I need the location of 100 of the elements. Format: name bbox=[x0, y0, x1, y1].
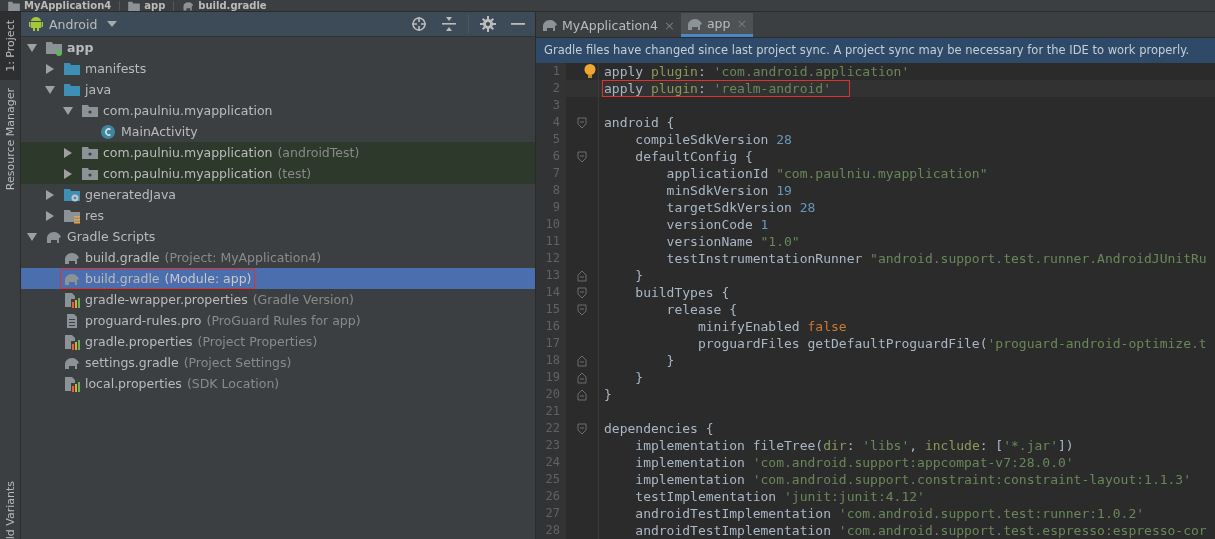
tool-window-tab[interactable]: Resource Manager bbox=[0, 79, 20, 198]
tree-item[interactable]: proguard-rules.pro (ProGuard Rules for app) bbox=[21, 310, 535, 331]
package-folder-icon bbox=[82, 102, 98, 119]
tree-item-note: (SDK Location) bbox=[186, 376, 280, 391]
lightbulb-icon[interactable] bbox=[584, 64, 596, 78]
tree-item-label: local.properties bbox=[85, 376, 182, 391]
code-line: buildTypes { bbox=[634, 285, 731, 300]
tree-item[interactable]: local.properties (SDK Location) bbox=[21, 373, 535, 394]
code-line: minifyEnabled false bbox=[696, 319, 848, 334]
view-dropdown[interactable]: Android bbox=[27, 16, 120, 32]
collapse-arrow-icon[interactable] bbox=[45, 210, 55, 221]
code-line: } bbox=[603, 387, 613, 402]
tool-window-tab[interactable]: 1: Project bbox=[0, 12, 20, 80]
expand-arrow-icon[interactable] bbox=[63, 105, 73, 116]
code-line: targetSdkVersion 28 bbox=[665, 200, 817, 215]
code-line: apply plugin: 'com.android.application' bbox=[603, 64, 911, 79]
module-folder-icon bbox=[46, 39, 62, 56]
code-line: dependencies { bbox=[603, 421, 715, 436]
code-line: proguardFiles getDefaultProguardFile('proguard-android-optimize.t bbox=[696, 336, 1208, 351]
tree-item-label: com.paulniu.myapplication bbox=[103, 166, 273, 181]
editor-tab[interactable]: app × bbox=[680, 13, 754, 37]
tree-item-label: generatedJava bbox=[85, 187, 176, 202]
tree-item[interactable]: gradle-wrapper.properties (Gradle Version) bbox=[21, 289, 535, 310]
code-line: versionCode 1 bbox=[665, 217, 770, 232]
fold-end-icon[interactable] bbox=[577, 371, 587, 384]
class-icon bbox=[100, 123, 116, 140]
breadcrumb-item[interactable]: build.gradle bbox=[198, 0, 267, 11]
fold-icon[interactable] bbox=[577, 286, 587, 299]
tree-item[interactable]: MainActivity bbox=[21, 121, 535, 142]
collapse-arrow-icon[interactable] bbox=[45, 63, 55, 74]
tree-item-label: com.paulniu.myapplication bbox=[103, 103, 273, 118]
tree-item[interactable]: build.gradle (Project: MyApplication4) bbox=[21, 247, 535, 268]
code-line: androidTestImplementation 'com.android.support.test.espresso:espresso-cor bbox=[634, 523, 1208, 538]
fold-icon[interactable] bbox=[577, 150, 587, 163]
collapse-arrow-icon[interactable] bbox=[45, 189, 55, 200]
folder-icon bbox=[64, 81, 80, 98]
properties-file-icon bbox=[64, 375, 80, 392]
tree-item[interactable]: res bbox=[21, 205, 535, 226]
fold-icon[interactable] bbox=[577, 303, 587, 316]
code-line: defaultConfig { bbox=[634, 149, 754, 164]
tree-item-label: settings.gradle bbox=[85, 355, 179, 370]
tree-item[interactable]: com.paulniu.myapplication (test) bbox=[21, 163, 535, 184]
collapse-arrow-icon[interactable] bbox=[63, 168, 73, 179]
tree-item[interactable]: com.paulniu.myapplication bbox=[21, 100, 535, 121]
tree-item-label: proguard-rules.pro bbox=[85, 313, 202, 328]
fold-end-icon[interactable] bbox=[577, 354, 587, 367]
editor-tab[interactable]: MyApplication4 × bbox=[536, 13, 681, 37]
tree-item[interactable]: app bbox=[21, 37, 535, 58]
tree-item[interactable]: build.gradle (Module: app) bbox=[21, 268, 535, 289]
code-line: testImplementation 'junit:junit:4.12' bbox=[634, 489, 926, 504]
text-file-icon bbox=[64, 312, 80, 329]
properties-file-icon bbox=[64, 333, 80, 350]
tree-item-label: build.gradle bbox=[85, 271, 160, 286]
tree-item[interactable]: generatedJava bbox=[21, 184, 535, 205]
tree-item-label: gradle.properties bbox=[85, 334, 193, 349]
fold-end-icon[interactable] bbox=[577, 269, 587, 282]
folder-icon bbox=[64, 60, 80, 77]
tree-item-note: (Project: MyApplication4) bbox=[164, 250, 322, 265]
caret-icon bbox=[107, 21, 118, 27]
expand-arrow-icon[interactable] bbox=[45, 84, 55, 95]
tree-item-note: (androidTest) bbox=[277, 145, 360, 160]
tree-item-label: build.gradle bbox=[85, 250, 160, 265]
tree-item[interactable]: manifests bbox=[21, 58, 535, 79]
resource-folder-icon bbox=[64, 207, 80, 224]
android-icon bbox=[29, 16, 43, 32]
tree-item-note: (Gradle Version) bbox=[252, 292, 354, 307]
generated-folder-icon bbox=[64, 186, 80, 203]
properties-file-icon bbox=[64, 291, 80, 308]
fold-icon[interactable] bbox=[577, 422, 587, 435]
tree-item[interactable]: com.paulniu.myapplication (androidTest) bbox=[21, 142, 535, 163]
tree-item[interactable]: Gradle Scripts bbox=[21, 226, 535, 247]
code-line: implementation 'com.android.support:appcompat-v7:28.0.0' bbox=[634, 455, 1075, 470]
package-folder-icon bbox=[82, 165, 98, 182]
tree-item-label: com.paulniu.myapplication bbox=[103, 145, 273, 160]
tree-item[interactable]: gradle.properties (Project Properties) bbox=[21, 331, 535, 352]
tree-item[interactable]: java bbox=[21, 79, 535, 100]
package-folder-icon bbox=[82, 144, 98, 161]
tree-item-label: MainActivity bbox=[121, 124, 198, 139]
settings-icon[interactable] bbox=[480, 16, 496, 32]
tree-item-note: (Module: app) bbox=[164, 271, 252, 286]
elephant-icon bbox=[542, 17, 558, 33]
code-line: } bbox=[634, 268, 645, 283]
expand-arrow-icon[interactable] bbox=[27, 231, 37, 242]
locate-icon[interactable] bbox=[411, 16, 427, 32]
code-line: release { bbox=[665, 302, 739, 317]
code-line: applicationId "com.paulniu.myapplication" bbox=[665, 166, 989, 181]
collapse-all-icon[interactable] bbox=[441, 16, 457, 32]
expand-arrow-icon[interactable] bbox=[27, 42, 37, 53]
tool-window-tab[interactable]: ld Variants bbox=[0, 472, 20, 539]
fold-icon[interactable] bbox=[577, 116, 587, 129]
tree-item-note: (ProGuard Rules for app) bbox=[206, 313, 361, 328]
tree-item-label: res bbox=[85, 208, 105, 223]
fold-end-icon[interactable] bbox=[577, 388, 587, 401]
tree-item-note: (Project Settings) bbox=[183, 355, 292, 370]
tree-item[interactable]: settings.gradle (Project Settings) bbox=[21, 352, 535, 373]
code-line: apply plugin: 'realm-android' bbox=[603, 81, 849, 96]
code-line: minSdkVersion 19 bbox=[665, 183, 793, 198]
breadcrumb-item[interactable]: MyApplication4 bbox=[24, 0, 112, 11]
collapse-arrow-icon[interactable] bbox=[63, 147, 73, 158]
breadcrumb-item[interactable]: app bbox=[144, 0, 166, 11]
